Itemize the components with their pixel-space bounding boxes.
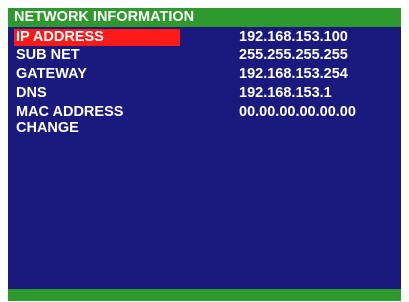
menu-item-gateway-label[interactable]: GATEWAY [14,66,87,83]
sub-net-value: 255.255.255.255 [239,47,348,63]
menu-row-mac-address[interactable]: MAC ADDRESS 00.00.00.00.00.00 CHANGE [8,104,401,140]
network-information-screen: NETWORK INFORMATION IP ADDRESS 192.168.1… [8,8,401,301]
menu-item-dns-label[interactable]: DNS [14,85,47,102]
menu-item-ip-address-label[interactable]: IP ADDRESS [14,29,180,46]
menu-item-sub-net-label[interactable]: SUB NET [14,47,80,64]
menu-item-change-label[interactable]: CHANGE [16,120,79,137]
gateway-value: 192.168.153.254 [239,66,348,82]
ip-address-value: 192.168.153.100 [239,29,348,45]
title-bar: NETWORK INFORMATION [8,8,401,27]
mac-address-value: 00.00.00.00.00.00 [239,104,356,120]
menu-row-sub-net[interactable]: SUB NET 255.255.255.255 [8,47,401,64]
dns-value: 192.168.153.1 [239,85,332,101]
menu-row-gateway[interactable]: GATEWAY 192.168.153.254 [8,66,401,83]
menu-item-mac-address-label[interactable]: MAC ADDRESS [14,104,123,121]
page-title: NETWORK INFORMATION [14,9,195,25]
menu-row-ip-address[interactable]: IP ADDRESS 192.168.153.100 [8,29,401,46]
bottom-status-bar [8,289,401,301]
menu-row-dns[interactable]: DNS 192.168.153.1 [8,85,401,102]
